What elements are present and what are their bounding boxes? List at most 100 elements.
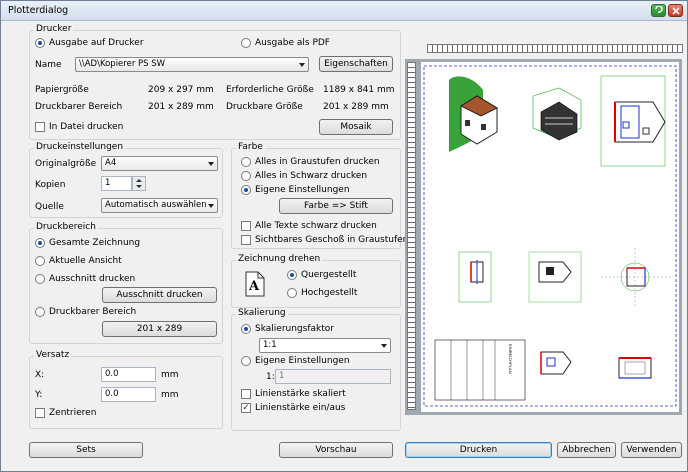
area-section-label: Ausschnitt drucken — [49, 274, 136, 284]
output-pdf-label: Ausgabe als PDF — [255, 38, 330, 48]
paper-size-value: 209 x 297 mm — [148, 85, 214, 95]
preview-paper: EINREICHPLAN — [421, 62, 679, 412]
landscape-label: Quergestellt — [301, 270, 357, 280]
visible-floor-gray-label: Sichtbares Geschoß in Graustufen — [255, 235, 409, 245]
page-orientation-letter: A — [249, 279, 260, 294]
scale-factor-select[interactable]: 1:1 — [259, 338, 391, 353]
scale-ratio-input[interactable]: 1 — [275, 369, 391, 384]
copies-spinner[interactable] — [132, 176, 146, 191]
offset-y-label: Y: — [35, 390, 43, 400]
source-select[interactable]: Automatisch auswählen — [101, 198, 218, 213]
window-title: Plotterdialog — [8, 5, 69, 16]
apply-button[interactable]: Verwenden — [621, 442, 682, 458]
print-button[interactable]: Drucken — [405, 442, 552, 458]
printer-group-label: Drucker — [34, 24, 74, 34]
color-custom-radio[interactable] — [241, 185, 251, 195]
section-print-button[interactable]: Ausschnitt drucken — [102, 287, 217, 303]
color-custom-label: Eigene Einstellungen — [255, 185, 350, 195]
center-checkbox[interactable] — [35, 408, 45, 418]
offset-x-unit: mm — [161, 370, 179, 380]
cancel-button[interactable]: Abbrechen — [557, 442, 616, 458]
required-size-value: 1189 x 841 mm — [323, 85, 395, 95]
mosaik-button[interactable]: Mosaik — [319, 119, 393, 135]
print-to-file-label: In Datei drucken — [49, 122, 124, 132]
print-area-label: Druckbereich — [34, 222, 98, 232]
print-settings-label: Druckeinstellungen — [34, 142, 126, 152]
original-size-value: A4 — [105, 158, 117, 168]
scale-factor-value: 1:1 — [263, 340, 277, 350]
scale-ratio-prefix: 1: — [266, 372, 275, 382]
plan-stamp-text: EINREICHPLAN — [508, 344, 513, 374]
line-onoff-label: Linienstärke ein/aus — [255, 403, 346, 413]
area-current-radio[interactable] — [35, 256, 45, 266]
area-whole-label: Gesamte Zeichnung — [49, 238, 141, 248]
printable-size-button[interactable]: 201 x 289 — [102, 321, 217, 337]
page-orientation-icon: A — [245, 271, 265, 297]
plotter-dialog: Plotterdialog Drucker Ausgabe auf Drucke… — [0, 0, 688, 472]
paper-size-label: Papiergröße — [35, 85, 89, 95]
texts-black-label: Alle Texte schwarz drucken — [255, 221, 377, 231]
landscape-radio[interactable] — [287, 270, 297, 280]
copies-input[interactable]: 1 — [101, 176, 132, 191]
scale-factor-radio[interactable] — [241, 324, 251, 334]
original-size-label: Originalgröße — [35, 159, 97, 169]
visible-floor-gray-checkbox[interactable] — [241, 235, 251, 245]
chevron-down-icon — [381, 344, 387, 348]
help-icon[interactable] — [651, 4, 666, 17]
color-pen-button[interactable]: Farbe => Stift — [279, 198, 393, 214]
source-value: Automatisch auswählen — [105, 200, 207, 210]
color-gray-radio[interactable] — [241, 157, 251, 167]
color-black-label: Alles in Schwarz drucken — [255, 171, 368, 181]
scaling-group-label: Skalierung — [236, 308, 288, 318]
offset-x-input[interactable]: 0.0 — [101, 367, 156, 382]
sets-button[interactable]: Sets — [29, 442, 143, 458]
scale-custom-label: Eigene Einstellungen — [255, 356, 350, 366]
line-onoff-checkbox[interactable]: ✓ — [241, 403, 251, 413]
color-gray-label: Alles in Graustufen drucken — [255, 157, 380, 167]
offset-y-input[interactable]: 0.0 — [101, 387, 156, 402]
source-label: Quelle — [35, 202, 64, 212]
rotate-group-label: Zeichnung drehen — [236, 254, 323, 264]
area-whole-radio[interactable] — [35, 238, 45, 248]
offset-group-label: Versatz — [34, 350, 72, 360]
close-icon[interactable] — [668, 4, 683, 17]
scale-custom-radio[interactable] — [241, 356, 251, 366]
chevron-down-icon — [299, 63, 305, 67]
texts-black-checkbox[interactable] — [241, 221, 251, 231]
line-scaled-label: Linienstärke skaliert — [255, 389, 346, 399]
title-bar: Plotterdialog — [1, 1, 687, 21]
printable-size-value: 201 x 289 mm — [323, 102, 389, 112]
scale-factor-label: Skalierungsfaktor — [255, 324, 334, 334]
center-label: Zentrieren — [49, 408, 97, 418]
printer-name-select[interactable]: \\AD\Kopierer PS SW — [75, 57, 309, 72]
printable-area-label: Druckbarer Bereich — [35, 102, 123, 112]
area-printable-radio[interactable] — [35, 307, 45, 317]
portrait-radio[interactable] — [287, 288, 297, 298]
printer-name-label: Name — [35, 60, 62, 70]
printable-area-value: 201 x 289 mm — [148, 102, 214, 112]
plan-drawing: EINREICHPLAN — [423, 65, 677, 407]
spin-arrows-icon — [136, 179, 142, 188]
output-printer-radio[interactable] — [35, 38, 45, 48]
color-black-radio[interactable] — [241, 171, 251, 181]
area-printable-label: Druckbarer Bereich — [49, 307, 137, 317]
print-to-file-checkbox[interactable] — [35, 122, 45, 132]
properties-button[interactable]: Eigenschaften — [319, 56, 393, 72]
area-section-radio[interactable] — [35, 274, 45, 284]
original-size-select[interactable]: A4 — [101, 156, 218, 171]
copies-label: Kopien — [35, 180, 66, 190]
required-size-label: Erforderliche Größe — [226, 85, 314, 95]
printer-name-value: \\AD\Kopierer PS SW — [79, 59, 166, 69]
chevron-down-icon — [208, 204, 214, 208]
output-pdf-radio[interactable] — [241, 38, 251, 48]
top-ruler[interactable] — [427, 44, 683, 53]
preview-button[interactable]: Vorschau — [279, 442, 393, 458]
portrait-label: Hochgestellt — [301, 288, 358, 298]
color-group-label: Farbe — [236, 142, 265, 152]
print-preview[interactable]: EINREICHPLAN — [405, 59, 682, 415]
area-current-label: Aktuelle Ansicht — [49, 256, 122, 266]
line-scaled-checkbox[interactable] — [241, 389, 251, 399]
left-ruler[interactable] — [407, 62, 416, 410]
printable-size-label: Druckbare Größe — [226, 102, 303, 112]
output-printer-label: Ausgabe auf Drucker — [49, 38, 144, 48]
